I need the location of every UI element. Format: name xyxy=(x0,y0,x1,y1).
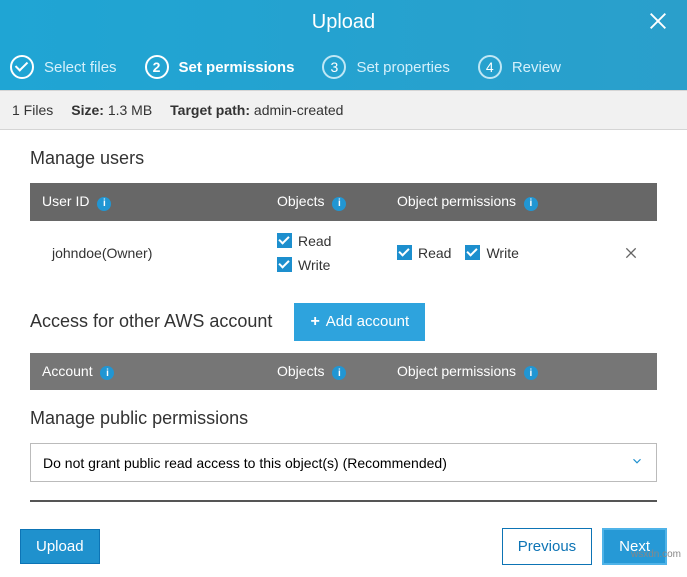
checkbox-icon xyxy=(277,233,292,248)
target-value: admin-created xyxy=(254,102,344,118)
checkbox-objects-write[interactable]: Write xyxy=(277,257,397,273)
previous-button[interactable]: Previous xyxy=(502,528,592,565)
other-account-title: Access for other AWS account xyxy=(30,311,272,332)
checkbox-label: Write xyxy=(298,257,330,273)
checkbox-icon xyxy=(397,245,412,260)
close-icon xyxy=(647,10,669,32)
chevron-down-icon xyxy=(630,454,644,471)
col-objects: Objects xyxy=(277,193,324,209)
public-permissions-select[interactable]: Do not grant public read access to this … xyxy=(30,443,657,482)
checkbox-label: Read xyxy=(418,245,451,261)
plus-icon: + xyxy=(310,313,319,331)
info-icon[interactable]: i xyxy=(332,197,346,211)
add-account-label: Add account xyxy=(326,313,409,330)
user-name: johndoe(Owner) xyxy=(42,245,277,261)
info-bar: 1 Files Size: 1.3 MB Target path: admin-… xyxy=(0,90,687,130)
info-icon[interactable]: i xyxy=(97,197,111,211)
col-account: Account xyxy=(42,363,93,379)
col-object-permissions: Object permissions xyxy=(397,193,516,209)
size-value: 1.3 MB xyxy=(108,102,152,118)
step-label: Review xyxy=(512,59,561,76)
manage-users-title: Manage users xyxy=(30,148,657,169)
watermark: wsxdn.com xyxy=(631,549,681,560)
upload-button[interactable]: Upload xyxy=(20,529,100,564)
checkbox-permissions-write[interactable]: Write xyxy=(465,245,518,261)
table-row: johndoe(Owner) Read Write Read Write xyxy=(30,221,657,285)
step-number-icon: 4 xyxy=(478,55,502,79)
info-icon[interactable]: i xyxy=(524,366,538,380)
step-number-icon: 3 xyxy=(322,55,346,79)
size-label: Size: xyxy=(71,102,104,118)
info-icon[interactable]: i xyxy=(332,366,346,380)
col-objects: Objects xyxy=(277,363,324,379)
checkbox-icon xyxy=(277,257,292,272)
check-circle-icon xyxy=(10,55,34,79)
checkbox-permissions-read[interactable]: Read xyxy=(397,245,451,261)
divider xyxy=(30,500,657,502)
public-permissions-title: Manage public permissions xyxy=(30,408,657,429)
step-review[interactable]: 4 Review xyxy=(478,55,561,79)
checkbox-label: Write xyxy=(486,245,518,261)
step-set-properties[interactable]: 3 Set properties xyxy=(322,55,449,79)
checkbox-objects-read[interactable]: Read xyxy=(277,233,397,249)
remove-row-button[interactable] xyxy=(597,245,645,261)
close-button[interactable] xyxy=(647,10,669,35)
step-select-files[interactable]: Select files xyxy=(10,55,117,79)
step-label: Select files xyxy=(44,59,117,76)
select-value: Do not grant public read access to this … xyxy=(43,455,447,471)
close-icon xyxy=(623,245,639,261)
target-label: Target path: xyxy=(170,102,250,118)
files-count: 1 Files xyxy=(12,102,53,118)
col-user-id: User ID xyxy=(42,193,89,209)
info-icon[interactable]: i xyxy=(100,366,114,380)
checkbox-icon xyxy=(465,245,480,260)
step-set-permissions[interactable]: 2 Set permissions xyxy=(145,55,295,79)
accounts-table-header: Account i Objects i Object permissions i xyxy=(30,353,657,391)
step-number-icon: 2 xyxy=(145,55,169,79)
users-table-header: User ID i Objects i Object permissions i xyxy=(30,183,657,221)
checkbox-label: Read xyxy=(298,233,331,249)
step-label: Set permissions xyxy=(179,59,295,76)
step-label: Set properties xyxy=(356,59,449,76)
add-account-button[interactable]: + Add account xyxy=(294,303,425,341)
wizard-steps: Select files 2 Set permissions 3 Set pro… xyxy=(0,44,687,90)
info-icon[interactable]: i xyxy=(524,197,538,211)
col-object-permissions: Object permissions xyxy=(397,363,516,379)
dialog-title: Upload xyxy=(312,11,375,34)
